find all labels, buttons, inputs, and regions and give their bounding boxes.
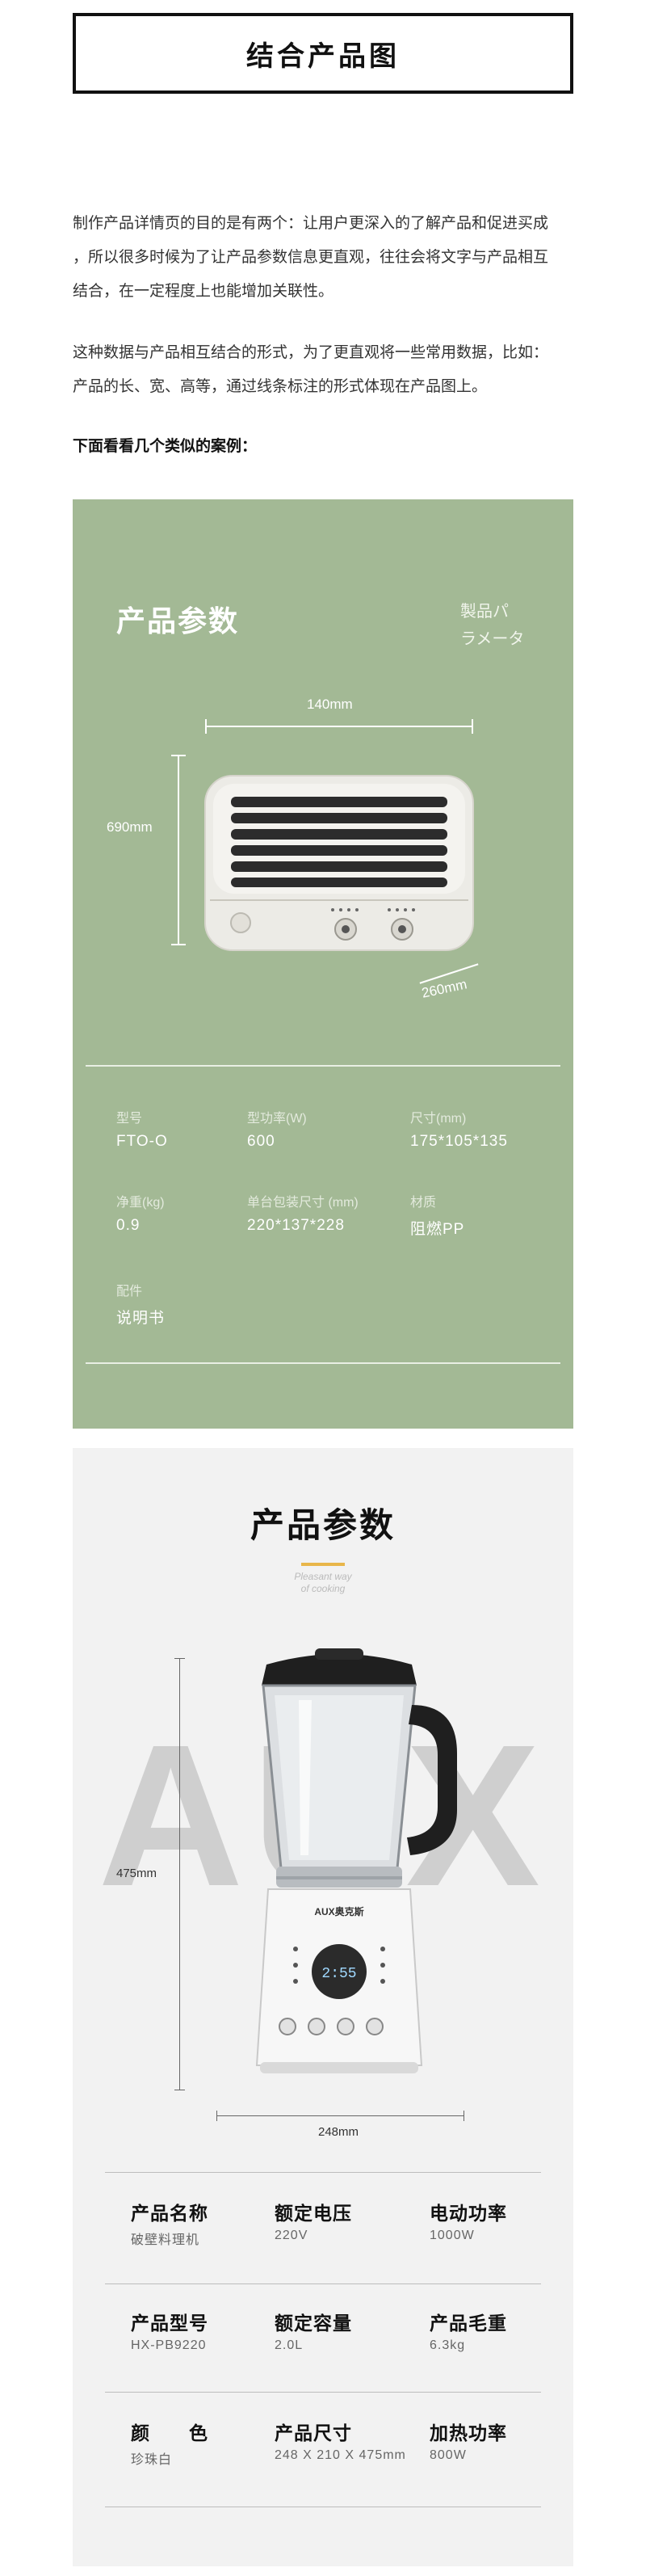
spec-label: 产品尺寸 — [275, 2422, 352, 2443]
dimension-tick — [174, 1658, 185, 1659]
intro-paragraph-2: 这种数据与产品相互结合的形式，为了更直观将一些常用数据，比如： 产品的长、宽、高… — [73, 336, 573, 404]
spec-label: 配件 — [116, 1285, 143, 1299]
dimension-width-line — [205, 726, 473, 727]
spec-value: 600 — [247, 1133, 275, 1150]
spec-value: HX-PB9220 — [131, 2338, 207, 2352]
spec-label: 产品毛重 — [430, 2313, 507, 2334]
spec-label: 额定容量 — [275, 2313, 352, 2334]
section-title-box: 结合产品图 — [73, 13, 573, 94]
section-title: 结合产品图 — [246, 40, 400, 72]
dimension-width-label: 248mm — [318, 2125, 359, 2139]
accent-bar — [301, 1563, 345, 1566]
dimension-height-line — [178, 755, 179, 945]
table-divider — [105, 2283, 541, 2284]
spec-label: 加热功率 — [430, 2422, 507, 2443]
spec-label: 材质 — [410, 1196, 437, 1210]
spec-label: 产品名称 — [131, 2203, 208, 2224]
intro-line: 产品的长、宽、高等，通过线条标注的形式体现在产品图上。 — [73, 378, 488, 395]
dimension-tick — [216, 2111, 217, 2121]
spec-value: 1000W — [430, 2229, 475, 2242]
blender-display-text: 2:55 — [321, 1966, 356, 1982]
case2-tagline: Pleasant way of cooking — [73, 1571, 573, 1595]
spec-value: 0.9 — [116, 1217, 141, 1234]
divider — [86, 1362, 560, 1364]
dimension-width-label: 140mm — [307, 697, 353, 712]
spec-value: 6.3kg — [430, 2338, 466, 2352]
spec-label: 净重(kg) — [116, 1196, 165, 1210]
intro-line: 制作产品详情页的目的是有两个：让用户更深入的了解产品和促进买成 — [73, 215, 549, 232]
divider — [86, 1065, 560, 1067]
spec-value: 2.0L — [275, 2338, 304, 2352]
table-divider — [105, 2172, 541, 2173]
spec-value: FTO-O — [116, 1133, 168, 1150]
dimension-tick — [171, 755, 186, 756]
intro-line: 这种数据与产品相互结合的形式，为了更直观将一些常用数据，比如： — [73, 344, 549, 361]
spec-label: 型功率(W) — [247, 1112, 307, 1126]
tagline-line: Pleasant way — [294, 1571, 352, 1582]
case1-subtitle: 製品パ ラメータ — [460, 598, 541, 653]
spec-value: 800W — [430, 2448, 467, 2462]
dimension-tick — [171, 944, 186, 945]
dimension-tick — [472, 719, 473, 734]
spec-label: 型号 — [116, 1112, 143, 1126]
spec-value: 175*105*135 — [410, 1133, 508, 1150]
spec-label: 单台包装尺寸 (mm) — [247, 1196, 359, 1210]
dimension-height-label: 690mm — [107, 819, 153, 835]
spec-label: 电动功率 — [430, 2203, 507, 2224]
blender-product-image: AUX奥克斯 2:55 — [255, 1648, 457, 2073]
dimension-height-label: 475mm — [116, 1867, 157, 1880]
table-divider — [105, 2392, 541, 2393]
intro-line: 结合，在一定程度上也能增加关联性。 — [73, 283, 334, 300]
dimension-tick — [205, 719, 207, 734]
spec-value: 220V — [275, 2229, 308, 2242]
spec-label: 颜 色 — [131, 2422, 208, 2443]
tagline-line: of cooking — [300, 1583, 346, 1594]
case1-title: 产品参数 — [116, 604, 240, 638]
case2-panel: 产品参数 Pleasant way of cooking AUX 475mm 2… — [73, 1448, 573, 2566]
spec-value: 珍珠白 — [131, 2453, 173, 2467]
spec-value: 说明书 — [116, 1310, 166, 1327]
spec-label: 产品型号 — [131, 2313, 208, 2334]
dimension-height-line — [179, 1658, 180, 2090]
spec-value: 248 X 210 X 475mm — [275, 2448, 406, 2462]
case2-title: 产品参数 — [250, 1506, 396, 1544]
case1-panel: 产品参数 製品パ ラメータ 140mm 690mm 260mm 型号 FTO-O… — [73, 499, 573, 1429]
spec-label: 尺寸(mm) — [410, 1112, 467, 1126]
case1-subtitle-line: 製品パ — [460, 603, 509, 621]
dimension-width-line — [216, 2115, 464, 2116]
spec-value: 破壁料理机 — [131, 2233, 200, 2247]
blender-brand-text: AUX奥克斯 — [314, 1905, 363, 1917]
heater-product-image — [204, 775, 474, 951]
intro-paragraph-1: 制作产品详情页的目的是有两个：让用户更深入的了解产品和促进买成 ，所以很多时候为… — [73, 207, 573, 309]
case1-subtitle-line: ラメータ — [460, 630, 525, 648]
intro-line: ，所以很多时候为了让产品参数信息更直观，往往会将文字与产品相互 — [73, 249, 549, 266]
cases-heading: 下面看看几个类似的案例： — [73, 438, 258, 455]
spec-value: 阻燃PP — [410, 1221, 465, 1238]
spec-value: 220*137*228 — [247, 1217, 345, 1234]
spec-label: 额定电压 — [275, 2203, 352, 2224]
